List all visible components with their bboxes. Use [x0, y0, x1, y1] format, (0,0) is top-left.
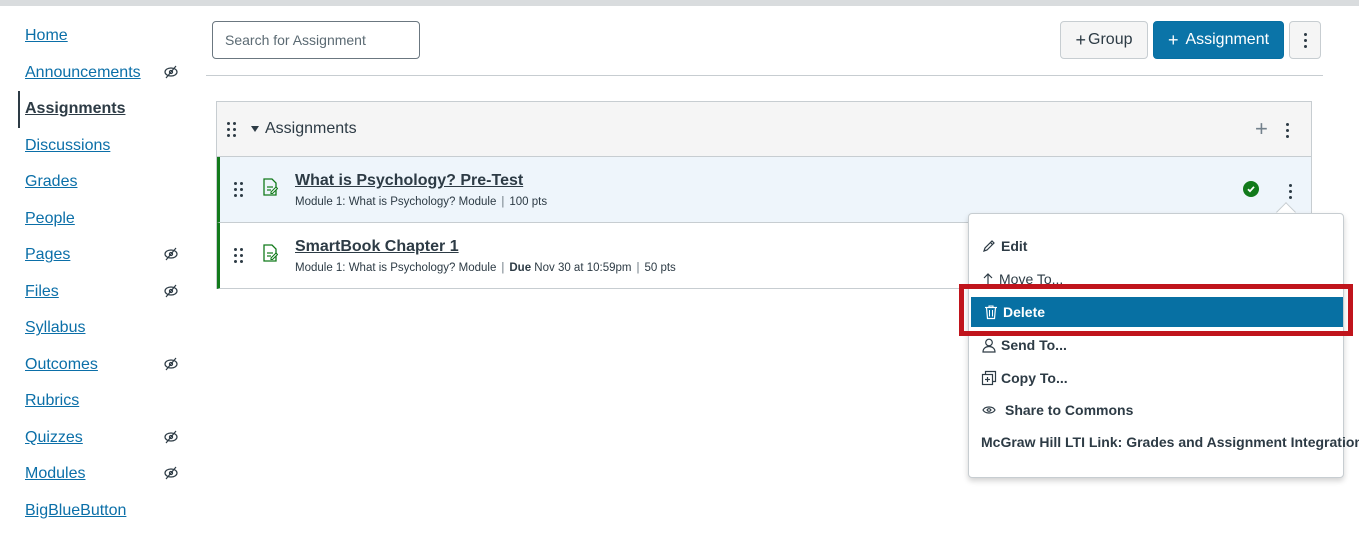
menu-item-label: Edit — [1001, 238, 1028, 254]
toolbar-divider — [206, 75, 1323, 76]
user-icon — [982, 338, 996, 353]
nav-item-pages: Pages — [18, 237, 198, 274]
assignment-actions-menu: Edit Move To... Delete Send To... Copy T… — [968, 213, 1359, 478]
menu-item-label: Copy To... — [1001, 370, 1068, 386]
annotation-highlight-box — [959, 284, 1353, 336]
assignment-points: 50 pts — [644, 262, 676, 274]
assignment-kebab-icon[interactable] — [1289, 184, 1292, 199]
add-to-group-icon[interactable]: + — [1255, 116, 1268, 142]
menu-item-label: McGraw Hill LTI Link: Grades and Assignm… — [981, 434, 1359, 450]
menu-item-label: Share to Commons — [1005, 402, 1134, 418]
nav-item-discussions: Discussions — [18, 128, 198, 165]
assignment-group-title: Assignments — [265, 120, 357, 137]
assignment-title-link[interactable]: What is Psychology? Pre-Test — [295, 172, 523, 190]
nav-item-outcomes: Outcomes — [18, 347, 198, 384]
nav-item-syllabus: Syllabus — [18, 310, 198, 347]
menu-item-share-to-commons[interactable]: Share to Commons — [969, 395, 1343, 425]
eye-slash-icon — [164, 284, 178, 297]
nav-link-pages[interactable]: Pages — [18, 246, 70, 264]
search-input[interactable] — [225, 32, 407, 48]
due-date: Nov 30 at 10:59pm — [534, 262, 632, 274]
nav-link-rubrics[interactable]: Rubrics — [18, 392, 79, 410]
add-assignment-button[interactable]: + Assignment — [1153, 21, 1284, 59]
group-kebab-icon[interactable] — [1286, 123, 1289, 138]
course-nav: Home Announcements Assignments Discussio… — [18, 18, 198, 529]
nav-link-assignments[interactable]: Assignments — [20, 100, 125, 118]
add-group-label: Group — [1088, 31, 1133, 48]
nav-link-outcomes[interactable]: Outcomes — [18, 356, 98, 374]
nav-item-assignments: Assignments — [18, 91, 198, 128]
nav-link-discussions[interactable]: Discussions — [18, 137, 110, 155]
published-check-icon[interactable] — [1243, 181, 1259, 197]
assignment-icon — [263, 244, 278, 262]
nav-link-syllabus[interactable]: Syllabus — [18, 319, 85, 337]
assignment-meta: Module 1: What is Psychology? Module | 100… — [295, 196, 548, 208]
nav-link-quizzes[interactable]: Quizzes — [18, 429, 83, 447]
pencil-icon — [983, 240, 995, 252]
nav-item-announcements: Announcements — [18, 55, 198, 92]
nav-link-grades[interactable]: Grades — [18, 173, 77, 191]
nav-item-grades: Grades — [18, 164, 198, 201]
nav-link-modules[interactable]: Modules — [18, 465, 85, 483]
eye-slash-icon — [164, 357, 178, 370]
nav-link-people[interactable]: People — [18, 210, 75, 228]
due-label: Due — [509, 262, 532, 274]
nav-item-quizzes: Quizzes — [18, 420, 198, 457]
search-box — [212, 21, 420, 59]
assignment-icon — [263, 178, 278, 196]
plus-icon: + — [1167, 29, 1184, 50]
assignment-title-link[interactable]: SmartBook Chapter 1 — [295, 238, 459, 256]
drag-handle-icon[interactable] — [227, 122, 236, 137]
settings-menu-button[interactable] — [1289, 21, 1321, 59]
commons-icon — [982, 406, 996, 414]
drag-handle-icon[interactable] — [234, 248, 243, 263]
nav-item-bigbluebutton: BigBlueButton — [18, 493, 198, 530]
collapse-caret-icon[interactable] — [251, 126, 259, 132]
eye-slash-icon — [164, 430, 178, 443]
add-group-button[interactable]: + Group — [1060, 21, 1148, 59]
eye-slash-icon — [164, 65, 178, 78]
copy-icon — [981, 370, 997, 386]
nav-item-home: Home — [18, 18, 198, 55]
plus-icon: + — [1075, 29, 1087, 50]
nav-link-files[interactable]: Files — [18, 283, 59, 301]
nav-item-files: Files — [18, 274, 198, 311]
assignment-group-header: Assignments + — [217, 102, 1311, 157]
drag-handle-icon[interactable] — [234, 182, 243, 197]
eye-slash-icon — [164, 247, 178, 261]
menu-item-label: Send To... — [1001, 337, 1067, 353]
eye-slash-icon — [164, 466, 178, 480]
assignment-meta: Module 1: What is Psychology? Module | Due… — [295, 262, 676, 274]
nav-item-rubrics: Rubrics — [18, 383, 198, 420]
menu-item-copy-to[interactable]: Copy To... — [969, 363, 1343, 393]
assignment-points: 100 pts — [509, 196, 548, 208]
nav-item-people: People — [18, 201, 198, 238]
kebab-icon — [1303, 32, 1307, 48]
add-assignment-label: Assignment — [1185, 31, 1270, 48]
assignment-module: Module 1: What is Psychology? Module — [295, 262, 497, 274]
menu-item-mcgraw-hill-lti[interactable]: McGraw Hill LTI Link: Grades and Assignm… — [969, 427, 1359, 457]
menu-item-edit[interactable]: Edit — [969, 231, 1343, 261]
nav-link-announcements[interactable]: Announcements — [18, 64, 141, 82]
nav-item-modules: Modules — [18, 456, 198, 493]
nav-link-home[interactable]: Home — [18, 27, 68, 45]
assignment-module: Module 1: What is Psychology? Module — [295, 196, 497, 208]
nav-link-bigbluebutton[interactable]: BigBlueButton — [18, 502, 126, 520]
